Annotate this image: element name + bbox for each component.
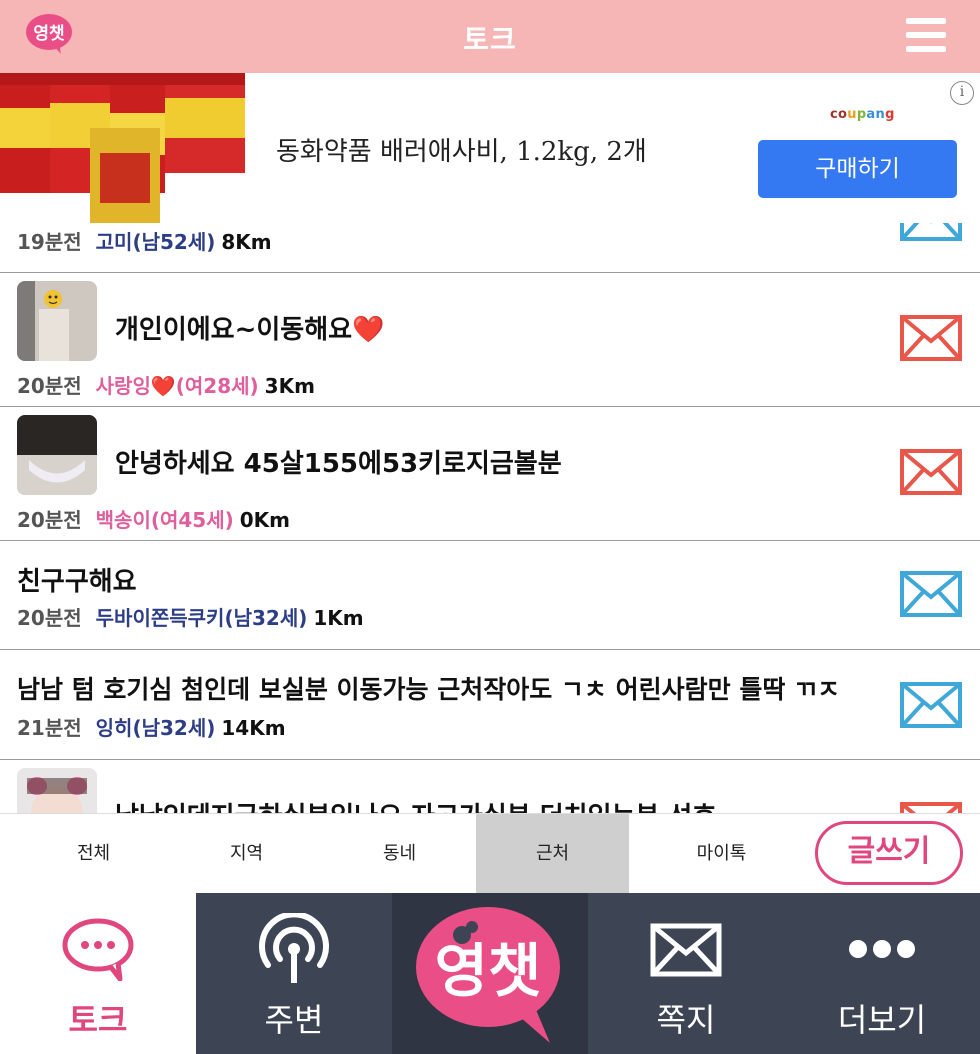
envelope-icon[interactable]	[900, 682, 962, 728]
chat-bubble-icon	[62, 918, 134, 981]
nav-label: 더보기	[837, 1001, 927, 1039]
post-distance: 1Km	[313, 606, 364, 630]
nav-talk[interactable]: 토크	[0, 893, 196, 1054]
post-time: 20분전	[17, 508, 82, 532]
post-nickname[interactable]: 두바이쫀득쿠키(남32세)	[96, 606, 308, 630]
post-time: 20분전	[17, 374, 82, 398]
post-meta: 21분전 잉히(남32세) 14Km	[17, 712, 286, 741]
post-nickname[interactable]: 잉히(남32세)	[96, 716, 216, 740]
broadcast-icon	[259, 913, 329, 983]
post-thumbnail[interactable]	[17, 768, 97, 813]
write-button[interactable]: 글쓰기	[815, 821, 963, 885]
bottom-nav: 토크 주변 영챗 쪽지 더보기	[0, 893, 980, 1054]
page-title: 토크	[463, 23, 517, 56]
more-dots-icon	[849, 940, 915, 958]
tab-nearby[interactable]: 근처	[476, 814, 629, 894]
post-title[interactable]: 안녕하세요 45살155에53키로지금볼분	[115, 443, 562, 480]
post-distance: 3Km	[264, 374, 315, 398]
post-distance: 8Km	[221, 230, 272, 254]
post-nickname[interactable]: 사랑잉❤️(여28세)	[96, 374, 259, 398]
list-item[interactable]: 안녕하세요 45살155에53키로지금볼분 20분전 백송이(여45세) 0Km	[0, 407, 980, 541]
buy-button[interactable]: 구매하기	[758, 140, 957, 198]
post-meta: 19분전 고미(남52세) 8Km	[17, 226, 272, 255]
envelope-icon[interactable]	[900, 449, 962, 495]
envelope-icon[interactable]	[900, 802, 962, 813]
envelope-icon[interactable]	[900, 571, 962, 617]
tab-all[interactable]: 전체	[17, 814, 170, 894]
post-thumbnail[interactable]	[17, 281, 97, 361]
list-item[interactable]: 남남 텀 호기심 첨인데 보실분 이동가능 근처작아도 ㄱㅊ 어린사람만 틀딱 …	[0, 650, 980, 760]
post-meta: 20분전 백송이(여45세) 0Km	[17, 504, 290, 533]
ad-info-icon[interactable]: i	[950, 81, 974, 105]
list-item[interactable]: 개인이에요~이동해요❤️ 20분전 사랑잉❤️(여28세) 3Km	[0, 273, 980, 407]
post-list: 19분전 고미(남52세) 8Km 개인이에요~이동해요❤️ 20분전 사랑잉❤️(여…	[0, 223, 980, 813]
nav-more[interactable]: 더보기	[784, 893, 980, 1054]
filter-tabs: 전체 지역 동네 근처 마이톡 글쓰기	[0, 813, 980, 894]
nav-label: 쪽지	[656, 1001, 716, 1039]
post-title[interactable]: 남남인데지금하실분있나요 자고가실분 더치있는분 선호	[115, 796, 716, 813]
post-time: 20분전	[17, 606, 82, 630]
tab-mytalk[interactable]: 마이톡	[645, 814, 798, 894]
ad-banner[interactable]: 동화약품 배러애사비, 1.2kg, 2개 coupang i 구매하기	[0, 73, 980, 223]
list-item[interactable]: 친구구해요 20분전 두바이쫀득쿠키(남32세) 1Km	[0, 541, 980, 650]
post-thumbnail[interactable]	[17, 415, 97, 495]
nav-label: 토크	[68, 1001, 128, 1039]
tab-region[interactable]: 지역	[170, 814, 323, 894]
ad-product-image[interactable]	[0, 73, 245, 223]
post-nickname[interactable]: 고미(남52세)	[96, 230, 216, 254]
nav-logo-text: 영챗	[435, 937, 542, 1005]
post-meta: 20분전 사랑잉❤️(여28세) 3Km	[17, 370, 315, 399]
nav-label: 주변	[264, 1001, 324, 1039]
nav-home-logo[interactable]: 영챗	[392, 893, 588, 1054]
coupang-logo: coupang	[830, 107, 895, 122]
post-distance: 14Km	[221, 716, 286, 740]
list-item[interactable]: 19분전 고미(남52세) 8Km	[0, 223, 980, 273]
envelope-icon[interactable]	[900, 315, 962, 361]
app-header: 영챗 토크	[0, 0, 980, 73]
nav-messages[interactable]: 쪽지	[588, 893, 784, 1054]
post-title[interactable]: 친구구해요	[17, 561, 137, 598]
tab-neighborhood[interactable]: 동네	[323, 814, 476, 894]
post-distance: 0Km	[239, 508, 291, 532]
app-logo-icon: 영챗	[416, 907, 560, 1043]
hamburger-menu-icon[interactable]	[906, 18, 946, 52]
envelope-icon	[650, 923, 722, 977]
nav-nearby[interactable]: 주변	[196, 893, 392, 1054]
post-time: 21분전	[17, 716, 82, 740]
list-item[interactable]: 남남인데지금하실분있나요 자고가실분 더치있는분 선호	[0, 760, 980, 813]
post-meta: 20분전 두바이쫀득쿠키(남32세) 1Km	[17, 602, 364, 631]
post-title[interactable]: 개인이에요~이동해요❤️	[115, 309, 384, 346]
post-nickname[interactable]: 백송이(여45세)	[96, 508, 234, 532]
post-title[interactable]: 남남 텀 호기심 첨인데 보실분 이동가능 근처작아도 ㄱㅊ 어린사람만 틀딱 …	[17, 670, 840, 706]
envelope-icon[interactable]	[900, 223, 962, 241]
ad-product-text[interactable]: 동화약품 배러애사비, 1.2kg, 2개	[276, 131, 647, 168]
post-time: 19분전	[17, 230, 82, 254]
